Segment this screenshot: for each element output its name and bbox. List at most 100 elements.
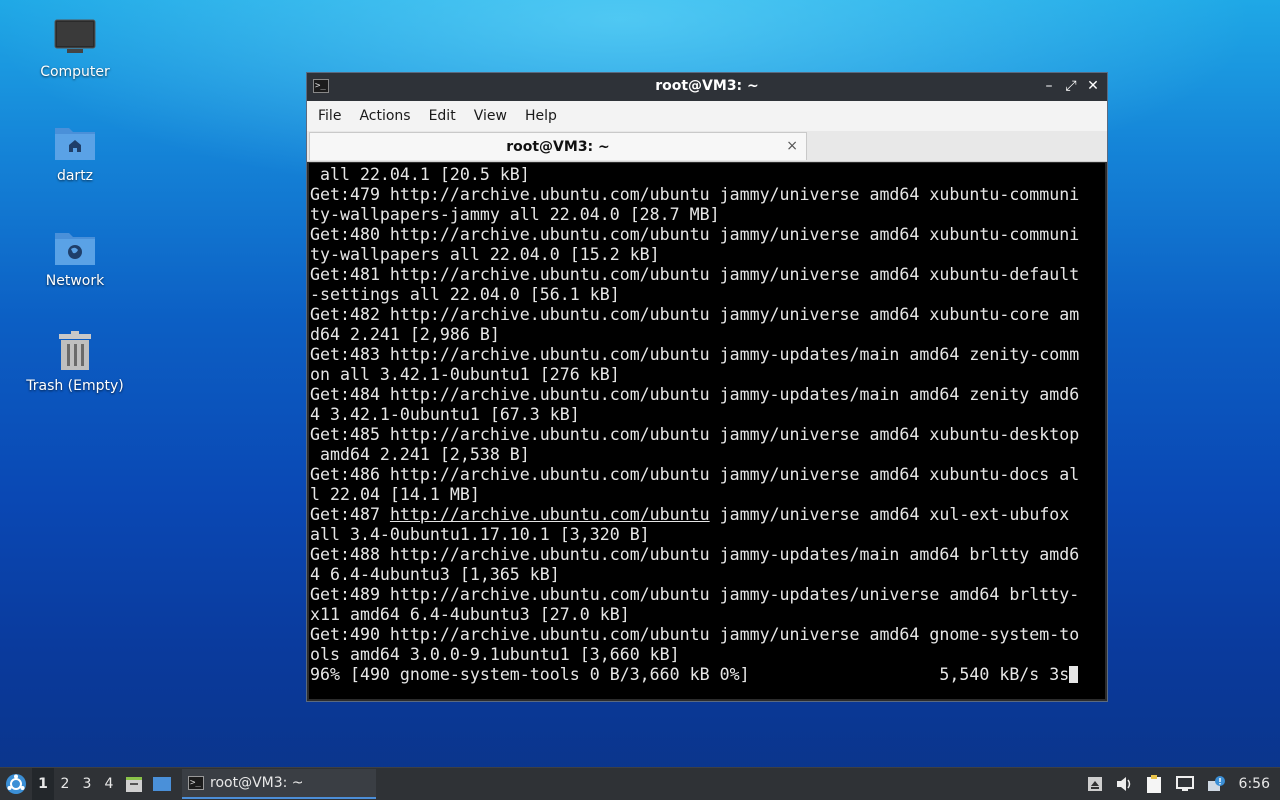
terminal-line: Get:480 http://archive.ubuntu.com/ubuntu… — [310, 225, 1105, 245]
terminal-line: Get:487 http://archive.ubuntu.com/ubuntu… — [310, 505, 1105, 525]
terminal-line-text: 4 3.42.1-0ubuntu1 [67.3 kB] — [310, 405, 580, 424]
desktop-icon-label: Network — [45, 273, 105, 289]
desktop-icon-home-folder[interactable]: dartz — [20, 122, 130, 184]
terminal-line: d64 2.241 [2,986 B] — [310, 325, 1105, 345]
terminal-line: on all 3.42.1-0ubuntu1 [276 kB] — [310, 365, 1105, 385]
desktop-icon-label: Trash (Empty) — [26, 378, 124, 394]
close-icon[interactable]: ✕ — [1085, 77, 1101, 95]
terminal-line: 96% [490 gnome-system-tools 0 B/3,660 kB… — [310, 665, 1105, 685]
terminal-line: Get:486 http://archive.ubuntu.com/ubuntu… — [310, 465, 1105, 485]
monitor-icon — [54, 19, 96, 53]
system-tray: 6:56 — [1087, 774, 1280, 794]
terminal-line: Get:481 http://archive.ubuntu.com/ubuntu… — [310, 265, 1105, 285]
terminal-line-text: on all 3.42.1-0ubuntu1 [276 kB] — [310, 365, 620, 384]
terminal-line: amd64 2.241 [2,538 B] — [310, 445, 1105, 465]
terminal-line-prefix: Get:487 — [310, 505, 390, 524]
menu-file[interactable]: File — [311, 108, 348, 124]
home-folder-icon — [55, 128, 95, 160]
menu-edit[interactable]: Edit — [422, 108, 463, 124]
workspace-4[interactable]: 4 — [98, 768, 120, 800]
taskbar: 1 2 3 4 >_ root@VM3: ~ 6:56 — [0, 767, 1280, 800]
volume-icon[interactable] — [1115, 776, 1133, 792]
menu-view[interactable]: View — [467, 108, 514, 124]
terminal-line-text: Get:488 http://archive.ubuntu.com/ubuntu… — [310, 545, 1080, 564]
desktop-icon-network[interactable]: Network — [20, 227, 130, 289]
terminal-line-text: -settings all 22.04.0 [56.1 kB] — [310, 285, 620, 304]
terminal-line: l 22.04 [14.1 MB] — [310, 485, 1105, 505]
menu-help[interactable]: Help — [518, 108, 564, 124]
clock[interactable]: 6:56 — [1239, 776, 1270, 792]
terminal-line: Get:479 http://archive.ubuntu.com/ubuntu… — [310, 185, 1105, 205]
terminal-line: Get:489 http://archive.ubuntu.com/ubuntu… — [310, 585, 1105, 605]
terminal-line: ty-wallpapers all 22.04.0 [15.2 kB] — [310, 245, 1105, 265]
clipboard-icon[interactable] — [1145, 774, 1163, 794]
terminal-line: Get:488 http://archive.ubuntu.com/ubuntu… — [310, 545, 1105, 565]
terminal-line: -settings all 22.04.0 [56.1 kB] — [310, 285, 1105, 305]
terminal-line-text: Get:484 http://archive.ubuntu.com/ubuntu… — [310, 385, 1080, 404]
desktop-icon-trash[interactable]: Trash (Empty) — [20, 330, 130, 394]
terminal-line-text: all 3.4-0ubuntu1.17.10.1 [3,320 B] — [310, 525, 650, 544]
window-title: root@VM3: ~ — [655, 78, 759, 94]
tab-bar: root@VM3: ~ × — [307, 131, 1107, 162]
workspace-1[interactable]: 1 — [32, 768, 54, 800]
taskbar-item-terminal[interactable]: >_ root@VM3: ~ — [182, 769, 376, 799]
terminal-line-text: Get:486 http://archive.ubuntu.com/ubuntu… — [310, 465, 1080, 484]
terminal-line-text: Get:483 http://archive.ubuntu.com/ubuntu… — [310, 345, 1080, 364]
terminal-line-text: all 22.04.1 [20.5 kB] — [310, 165, 530, 184]
terminal-line-text: x11 amd64 6.4-4ubuntu3 [27.0 kB] — [310, 605, 630, 624]
terminal-line: 4 6.4-4ubuntu3 [1,365 kB] — [310, 565, 1105, 585]
show-desktop-button[interactable] — [148, 768, 176, 800]
desktop-icon-label: dartz — [56, 168, 94, 184]
terminal-output[interactable]: all 22.04.1 [20.5 kB] Get:479 http://arch… — [309, 163, 1105, 699]
trash-icon — [59, 331, 91, 370]
terminal-line: all 3.4-0ubuntu1.17.10.1 [3,320 B] — [310, 525, 1105, 545]
workspace-3[interactable]: 3 — [76, 768, 98, 800]
terminal-line-suffix: jammy/universe amd64 xul-ext-ubufox — [709, 505, 1070, 524]
terminal-window[interactable]: >_ root@VM3: ~ – ⤢ ✕ File Actions Edit V… — [306, 72, 1108, 702]
terminal-line: Get:483 http://archive.ubuntu.com/ubuntu… — [310, 345, 1105, 365]
minimize-icon[interactable]: – — [1041, 77, 1057, 95]
terminal-icon: >_ — [188, 776, 204, 790]
terminal-line-text: ty-wallpapers all 22.04.0 [15.2 kB] — [310, 245, 660, 264]
tab-close-icon[interactable]: × — [786, 138, 798, 154]
terminal-line: all 22.04.1 [20.5 kB] — [310, 165, 1105, 185]
workspace-2[interactable]: 2 — [54, 768, 76, 800]
terminal-line-text: ty-wallpapers-jammy all 22.04.0 [28.7 MB… — [310, 205, 720, 224]
terminal-line: 4 3.42.1-0ubuntu1 [67.3 kB] — [310, 405, 1105, 425]
file-manager-icon — [126, 777, 142, 792]
terminal-line-text: 96% [490 gnome-system-tools 0 B/3,660 kB… — [310, 665, 1070, 684]
terminal-line-text: l 22.04 [14.1 MB] — [310, 485, 480, 504]
menu-actions[interactable]: Actions — [352, 108, 417, 124]
terminal-line-text: Get:489 http://archive.ubuntu.com/ubuntu… — [310, 585, 1080, 604]
terminal-line-text: Get:481 http://archive.ubuntu.com/ubuntu… — [310, 265, 1080, 284]
terminal-line-text: Get:480 http://archive.ubuntu.com/ubuntu… — [310, 225, 1080, 244]
task-label: root@VM3: ~ — [210, 775, 304, 791]
file-manager-launcher[interactable] — [120, 768, 148, 800]
desktop-icon-computer[interactable]: Computer — [20, 18, 130, 80]
terminal-line: Get:485 http://archive.ubuntu.com/ubuntu… — [310, 425, 1105, 445]
terminal-url-link[interactable]: http://archive.ubuntu.com/ubuntu — [390, 505, 710, 524]
terminal-line-text: Get:485 http://archive.ubuntu.com/ubuntu… — [310, 425, 1080, 444]
desktop-icon — [153, 777, 171, 791]
terminal-line: Get:482 http://archive.ubuntu.com/ubuntu… — [310, 305, 1105, 325]
eject-icon[interactable] — [1087, 776, 1103, 792]
terminal-line-text: ols amd64 3.0.0-9.1ubuntu1 [3,660 kB] — [310, 645, 680, 664]
terminal-line-text: Get:490 http://archive.ubuntu.com/ubuntu… — [310, 625, 1080, 644]
terminal-line-text: d64 2.241 [2,986 B] — [310, 325, 500, 344]
terminal-line-text: 4 6.4-4ubuntu3 [1,365 kB] — [310, 565, 560, 584]
terminal-line-text: Get:479 http://archive.ubuntu.com/ubuntu… — [310, 185, 1080, 204]
terminal-line: Get:490 http://archive.ubuntu.com/ubuntu… — [310, 625, 1105, 645]
xubuntu-logo-icon — [6, 774, 26, 794]
tab-terminal[interactable]: root@VM3: ~ × — [309, 132, 807, 160]
network-display-icon[interactable] — [1175, 775, 1195, 793]
window-titlebar[interactable]: >_ root@VM3: ~ – ⤢ ✕ — [307, 73, 1107, 101]
menubar: File Actions Edit View Help — [307, 101, 1107, 131]
app-menu-button[interactable] — [0, 768, 32, 800]
terminal-line-text: amd64 2.241 [2,538 B] — [310, 445, 530, 464]
terminal-line: Get:484 http://archive.ubuntu.com/ubuntu… — [310, 385, 1105, 405]
terminal-line: ty-wallpapers-jammy all 22.04.0 [28.7 MB… — [310, 205, 1105, 225]
terminal-line: x11 amd64 6.4-4ubuntu3 [27.0 kB] — [310, 605, 1105, 625]
terminal-cursor — [1069, 666, 1079, 683]
notification-icon[interactable] — [1207, 775, 1227, 793]
maximize-icon[interactable]: ⤢ — [1063, 77, 1079, 95]
